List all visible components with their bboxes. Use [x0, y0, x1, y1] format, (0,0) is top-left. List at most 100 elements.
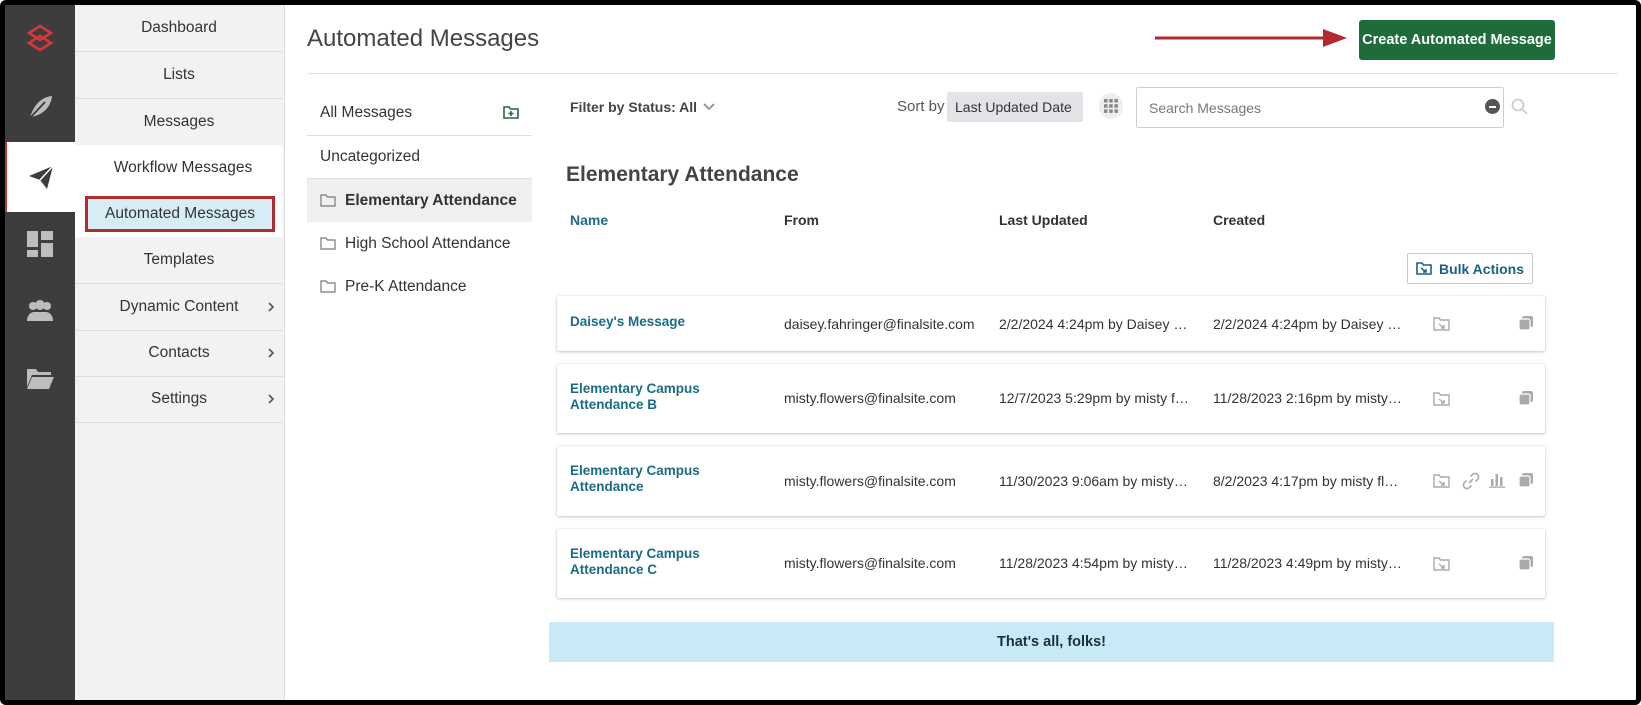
message-from: misty.flowers@finalsite.com: [784, 473, 956, 489]
search-icon[interactable]: [1511, 98, 1528, 115]
nav-item-dashboard[interactable]: Dashboard: [75, 5, 283, 52]
chevron-right-icon: [268, 394, 275, 404]
chevron-right-icon: [268, 348, 275, 358]
nav-item-label: Workflow Messages: [113, 159, 253, 176]
nav-item-label: Templates: [143, 251, 215, 268]
column-header-from: From: [784, 212, 819, 228]
message-name-link[interactable]: Elementary Campus Attendance B: [570, 381, 730, 413]
nav-item-automated-messages[interactable]: Automated Messages: [75, 190, 283, 237]
message-name-link[interactable]: Elementary Campus Attendance: [570, 463, 730, 495]
folder-open-icon[interactable]: [5, 345, 75, 411]
end-of-list-text: That's all, folks!: [997, 634, 1106, 650]
folder-label: All Messages: [320, 104, 413, 121]
nav-item-templates[interactable]: Templates: [75, 237, 283, 284]
message-created: 8/2/2023 4:17pm by misty flowers: [1213, 473, 1403, 489]
bulk-actions-button[interactable]: Bulk Actions: [1407, 253, 1533, 284]
table-row[interactable]: Elementary Campus Attendance misty.flowe…: [557, 446, 1545, 516]
sort-value: Last Updated Date: [955, 99, 1072, 115]
nav-item-label: Dashboard: [141, 19, 217, 36]
search-box: [1136, 87, 1504, 128]
message-created: 11/28/2023 4:49pm by misty flowers: [1213, 555, 1403, 571]
chevron-down-icon: [703, 103, 715, 111]
nav-item-dynamic-content[interactable]: Dynamic Content: [75, 284, 283, 331]
clear-search-icon[interactable]: [1485, 99, 1500, 114]
table-row[interactable]: Elementary Campus Attendance C misty.flo…: [557, 529, 1545, 598]
copy-icon[interactable]: [1518, 390, 1534, 406]
nav-item-label: Messages: [143, 113, 215, 130]
move-folder-icon[interactable]: [1433, 473, 1451, 489]
section-title: Elementary Attendance: [566, 163, 799, 186]
nav-item-label: Contacts: [148, 344, 210, 361]
folder-label: Uncategorized: [320, 148, 420, 165]
nav-item-settings[interactable]: Settings: [75, 376, 283, 423]
page-title: Automated Messages: [307, 25, 540, 52]
nav-item-workflow-messages[interactable]: Workflow Messages: [75, 145, 283, 192]
grid-icon: [1104, 99, 1118, 113]
move-folder-icon[interactable]: [1433, 556, 1451, 572]
column-header-last-updated: Last Updated: [999, 212, 1088, 228]
move-folder-icon[interactable]: [1433, 391, 1451, 407]
message-from: misty.flowers@finalsite.com: [784, 390, 956, 406]
nav-item-contacts[interactable]: Contacts: [75, 330, 283, 377]
nav-item-lists[interactable]: Lists: [75, 52, 283, 99]
grid-view-button[interactable]: [1099, 93, 1123, 119]
dashboard-icon[interactable]: [5, 211, 75, 277]
arrow-right-icon: [1155, 29, 1347, 47]
folder-label: High School Attendance: [345, 234, 511, 252]
message-name-link[interactable]: Elementary Campus Attendance C: [570, 546, 730, 578]
folder-icon: [320, 280, 336, 293]
folder-item[interactable]: Pre-K Attendance: [307, 265, 532, 308]
header-divider: [307, 73, 1618, 74]
nav-item-label: Lists: [163, 66, 195, 83]
copy-icon[interactable]: [1518, 315, 1534, 331]
paper-plane-icon[interactable]: [5, 142, 75, 212]
chevron-right-icon: [268, 302, 275, 312]
nav-item-label: Dynamic Content: [119, 298, 239, 315]
app-window: Dashboard Lists Messages Workflow Messag…: [0, 0, 1641, 705]
move-folder-icon: [1416, 262, 1432, 275]
status-filter-dropdown[interactable]: Filter by Status: All: [570, 99, 715, 115]
table-row[interactable]: Daisey's Message daisey.fahringer@finals…: [557, 296, 1545, 351]
end-of-list-banner: That's all, folks!: [549, 622, 1554, 662]
nav-item-label: Automated Messages: [105, 205, 255, 222]
sort-label: Sort by: [897, 98, 945, 115]
nav-panel: Dashboard Lists Messages Workflow Messag…: [75, 5, 285, 700]
column-header-created: Created: [1213, 212, 1266, 228]
message-last-updated: 2/2/2024 4:24pm by Daisey Fahringer: [999, 316, 1191, 332]
icon-rail: [5, 5, 75, 700]
sort-select[interactable]: Last Updated Date: [947, 92, 1083, 122]
message-created: 11/28/2023 2:16pm by misty flowers: [1213, 390, 1403, 406]
folder-icon: [320, 237, 336, 250]
message-name-link[interactable]: Daisey's Message: [570, 314, 730, 330]
folder-label: Pre-K Attendance: [345, 277, 467, 295]
link-icon[interactable]: [1462, 472, 1480, 490]
highlight-box: Automated Messages: [85, 196, 275, 232]
search-input[interactable]: [1149, 96, 1469, 120]
message-last-updated: 11/28/2023 4:54pm by misty flowers: [999, 555, 1191, 571]
message-last-updated: 11/30/2023 9:06am by misty flowers: [999, 473, 1191, 489]
add-folder-icon[interactable]: [503, 105, 520, 120]
message-from: daisey.fahringer@finalsite.com: [784, 316, 975, 332]
bar-chart-icon[interactable]: [1489, 472, 1505, 488]
folder-icon: [320, 194, 336, 207]
folder-all-messages[interactable]: All Messages: [307, 91, 532, 136]
users-icon[interactable]: [5, 278, 75, 344]
copy-icon[interactable]: [1518, 472, 1534, 488]
table-row[interactable]: Elementary Campus Attendance B misty.flo…: [557, 364, 1545, 433]
message-last-updated: 12/7/2023 5:29pm by misty flowers: [999, 390, 1191, 406]
copy-icon[interactable]: [1518, 555, 1534, 571]
message-from: misty.flowers@finalsite.com: [784, 555, 956, 571]
filter-label: Filter by Status: All: [570, 99, 698, 115]
nav-item-messages[interactable]: Messages: [75, 99, 283, 146]
create-automated-message-button[interactable]: Create Automated Message: [1359, 20, 1555, 60]
feather-icon[interactable]: [5, 74, 75, 140]
folder-uncategorized[interactable]: Uncategorized: [307, 136, 532, 179]
move-folder-icon[interactable]: [1433, 316, 1451, 332]
folder-item[interactable]: Elementary Attendance: [307, 179, 532, 222]
column-header-name[interactable]: Name: [570, 212, 608, 228]
logo-icon[interactable]: [5, 5, 75, 71]
bulk-actions-label: Bulk Actions: [1438, 260, 1525, 277]
nav-item-label: Settings: [150, 390, 207, 407]
folder-item[interactable]: High School Attendance: [307, 222, 532, 265]
folder-label: Elementary Attendance: [345, 191, 517, 209]
